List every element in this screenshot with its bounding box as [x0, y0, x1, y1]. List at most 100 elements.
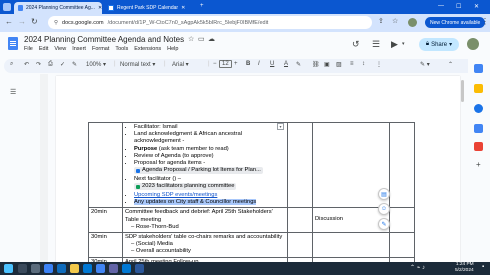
reload-icon[interactable]: ↻	[31, 17, 38, 26]
forward-icon[interactable]: →	[18, 17, 26, 26]
print-icon[interactable]: ⎙	[48, 61, 53, 68]
line-spacing-icon[interactable]: ↕	[362, 61, 365, 67]
cell-menu-chevron-icon[interactable]: ▾	[277, 123, 284, 130]
editing-mode-icon[interactable]: ✎ ▾	[420, 61, 430, 68]
insert-image-icon[interactable]: ▨	[336, 61, 342, 68]
keep-side-icon[interactable]	[474, 84, 483, 93]
docs-logo-icon[interactable]	[8, 37, 18, 50]
move-folder-icon[interactable]: ▭	[198, 35, 205, 43]
menu-extensions[interactable]: Extensions	[134, 46, 161, 52]
menu-insert[interactable]: Insert	[72, 46, 86, 52]
calendar-side-icon[interactable]	[474, 64, 483, 73]
facilitators-sheet-chip[interactable]: 2023 facilitators planning committee	[134, 183, 237, 191]
undo-icon[interactable]: ↶	[24, 61, 29, 68]
star-icon[interactable]: ☆	[188, 35, 194, 43]
insert-link-icon[interactable]: ⛓	[312, 61, 320, 68]
decrease-font-size-icon[interactable]: −	[213, 61, 217, 67]
selected-text[interactable]: Any updates on City staff & Councillor m…	[134, 199, 257, 206]
close-icon[interactable]: ✕	[98, 5, 102, 11]
outline-icon[interactable]: ☰	[10, 88, 16, 96]
search-icon[interactable]: ⌕	[10, 61, 13, 68]
tab-regent-park-calendar[interactable]: Regent Park SDP Calendar ✕	[104, 2, 196, 14]
more-options-icon[interactable]: ⋮	[376, 61, 382, 68]
add-comment-float-icon[interactable]: ▤	[378, 188, 390, 200]
taskbar-clock[interactable]: 1:24 PM 5/2/2024	[455, 262, 474, 274]
bold-icon[interactable]: B	[246, 61, 250, 67]
tab-planning-committee[interactable]: 2024 Planning Committee Ag... ✕	[14, 2, 102, 14]
notifications-icon[interactable]: ▪	[482, 264, 484, 270]
table-cell[interactable]	[389, 121, 415, 209]
teams-icon[interactable]	[109, 264, 118, 273]
bookmark-star-icon[interactable]: ☆	[392, 17, 398, 25]
maps-side-icon[interactable]	[474, 142, 483, 151]
menu-file[interactable]: File	[24, 46, 33, 52]
paint-format-icon[interactable]: ✎	[72, 61, 77, 68]
get-addons-icon[interactable]: +	[476, 160, 481, 169]
widgets-icon[interactable]	[44, 264, 53, 273]
align-icon[interactable]: ≡	[350, 61, 354, 67]
new-chrome-available-button[interactable]: New Chrome available	[425, 17, 486, 28]
comments-icon[interactable]: ☰	[372, 39, 380, 50]
version-history-icon[interactable]: ↺	[352, 39, 360, 50]
underline-icon[interactable]: U	[270, 61, 274, 67]
site-info-icon[interactable]: ⚲	[54, 20, 58, 26]
close-icon[interactable]: ✕	[181, 5, 185, 11]
increase-font-size-icon[interactable]: +	[234, 61, 238, 67]
table-cell[interactable]	[88, 121, 123, 209]
start-icon[interactable]	[4, 264, 13, 273]
table-cell[interactable]: SDP stakeholders' table co-chairs remark…	[122, 232, 288, 258]
share-page-icon[interactable]: ⇪	[378, 17, 384, 25]
menu-edit[interactable]: Edit	[39, 46, 48, 52]
font-size-input[interactable]: 12	[219, 60, 232, 68]
file-explorer-icon[interactable]	[70, 264, 79, 273]
edge-taskbar-icon[interactable]	[57, 264, 66, 273]
tab-actions-icon[interactable]	[3, 3, 11, 11]
agenda-proposal-file-chip[interactable]: Agenda Proposal / Parking lot Items for …	[134, 167, 263, 175]
minimize-icon[interactable]: —	[438, 3, 444, 9]
menu-view[interactable]: View	[54, 46, 66, 52]
cloud-saved-icon[interactable]: ☁	[208, 35, 215, 43]
style-select[interactable]: Normal text ▾	[120, 61, 155, 68]
outlook-icon[interactable]	[122, 264, 131, 273]
table-cell[interactable]: Facilitator: Ismail Land acknowledgment …	[122, 121, 288, 209]
table-cell[interactable]	[389, 232, 415, 258]
account-avatar[interactable]	[467, 38, 479, 50]
table-cell[interactable]	[287, 121, 313, 209]
table-cell[interactable]	[389, 207, 415, 234]
vertical-scrollbar[interactable]	[461, 80, 464, 102]
back-icon[interactable]: ←	[5, 17, 13, 26]
contacts-side-icon[interactable]	[474, 124, 483, 133]
table-cell[interactable]	[287, 232, 313, 258]
add-emoji-reaction-icon[interactable]: ☺	[378, 203, 390, 215]
system-tray-icon[interactable]: ⌃ ⌁ ♪	[410, 264, 425, 271]
document-title[interactable]: 2024 Planning Committee Agenda and Notes	[24, 35, 184, 44]
text-color-icon[interactable]: A	[284, 61, 288, 67]
italic-icon[interactable]: I	[258, 61, 260, 67]
tasks-side-icon[interactable]	[474, 104, 483, 113]
maximize-icon[interactable]: ☐	[456, 3, 461, 10]
new-tab-icon[interactable]: +	[200, 3, 204, 9]
chrome-taskbar-icon[interactable]	[96, 264, 105, 273]
store-icon[interactable]	[83, 264, 92, 273]
meet-dropdown-icon[interactable]: ▾	[402, 41, 405, 47]
sdp-events-link[interactable]: Upcoming SDP events/meetings	[134, 192, 217, 198]
menu-help[interactable]: Help	[167, 46, 178, 52]
redo-icon[interactable]: ↷	[36, 61, 41, 68]
add-comment-icon[interactable]: ▣	[324, 61, 330, 68]
suggest-edits-icon[interactable]: ✎	[378, 218, 390, 230]
url-field[interactable]: ⚲ docs.google.com/document/d/1P_W-CtoC7n…	[48, 16, 372, 29]
table-cell[interactable]	[312, 232, 390, 258]
profile-avatar[interactable]	[408, 18, 417, 27]
task-view-icon[interactable]	[31, 264, 40, 273]
zoom-select[interactable]: 100% ▾	[86, 61, 106, 68]
table-cell-time[interactable]: 30min	[88, 232, 123, 258]
spellcheck-icon[interactable]: ✓	[60, 61, 65, 68]
menu-format[interactable]: Format	[92, 46, 109, 52]
browser-menu-icon[interactable]: ⋮	[481, 17, 489, 26]
word-icon[interactable]	[135, 264, 144, 273]
search-taskbar-icon[interactable]	[18, 264, 27, 273]
menu-tools[interactable]: Tools	[115, 46, 128, 52]
share-button[interactable]: 🔒︎ Share ▾	[419, 38, 459, 51]
window-close-icon[interactable]: ✕	[474, 3, 479, 10]
table-cell[interactable]: Committee feedback and debrief: April 25…	[122, 207, 288, 234]
